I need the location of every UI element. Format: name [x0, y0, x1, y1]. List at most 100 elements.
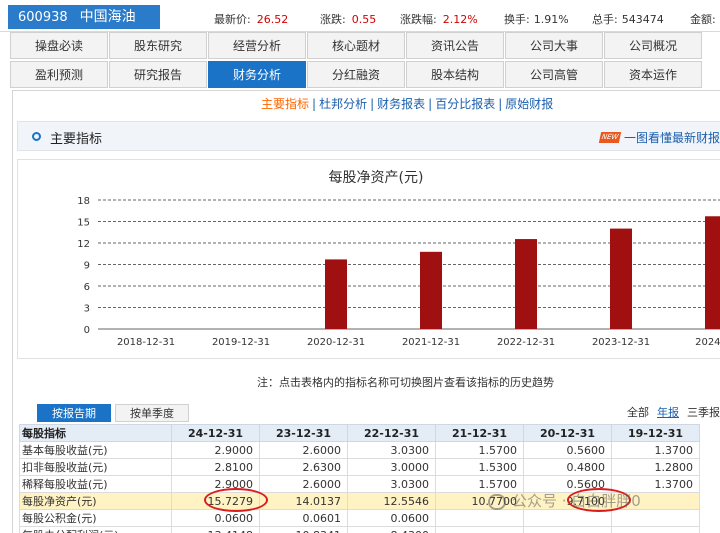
main-nav: 操盘必读 股东研究 经营分析 核心题材 资讯公告 公司大事 公司概况 盈利预测 … [10, 32, 720, 90]
table-header: 21-12-31 [435, 424, 524, 442]
subnav-dupont[interactable]: 杜邦分析 [319, 97, 367, 111]
tab-hexin[interactable]: 核心题材 [307, 32, 405, 59]
subnav-statements[interactable]: 财务报表 [377, 97, 425, 111]
value-cell [523, 509, 612, 527]
chart-title: 每股净资产(元) [329, 170, 424, 186]
tab-gudong[interactable]: 股东研究 [109, 32, 207, 59]
stock-name: 中国海油 [79, 9, 136, 25]
wechat-icon [488, 493, 506, 510]
value-cell: 13.4148 [171, 526, 260, 533]
tab-caopan[interactable]: 操盘必读 [10, 32, 108, 59]
x-tick-label: 2023-12-31 [592, 337, 650, 348]
x-tick-label: 2020-12-31 [307, 337, 365, 348]
table-header: 20-12-31 [523, 424, 612, 442]
value-cell: 2.6000 [259, 441, 348, 459]
report-type-tabs: 按报告期 按单季度 [37, 404, 193, 422]
table-header-row: 每股指标 24-12-31 23-12-31 22-12-31 21-12-31… [19, 424, 700, 442]
tab-by-quarter[interactable]: 按单季度 [115, 404, 189, 422]
quote-turnover: 换手: 1.91% [504, 13, 569, 26]
table-row: 基本每股收益(元) 2.9000 2.6000 3.0300 1.5700 0.5600 1… [19, 441, 700, 459]
indicator-name-cell[interactable]: 每股未分配利润(元) [19, 526, 172, 533]
y-tick-label: 9 [84, 261, 90, 272]
quote-amount: 金额: [690, 13, 716, 26]
indicator-name-cell[interactable]: 基本每股收益(元) [19, 441, 172, 459]
value-cell [523, 526, 612, 533]
period-filter: 全部 年报 三季报 [627, 404, 720, 420]
tab-guben[interactable]: 股本结构 [406, 61, 504, 88]
new-badge: NEW [598, 132, 622, 143]
indicator-name-cell[interactable]: 每股净资产(元) [19, 492, 172, 510]
bvps-bar-chart: 每股净资产(元) 0 3 6 9 12 15 18 2018-12-31 2019-12-31 20… [77, 170, 720, 348]
sub-nav: 主要指标 | 杜邦分析 | 财务报表 | 百分比报表 | 原始财报 [261, 97, 554, 111]
bar-2023-12-31 [610, 228, 632, 329]
value-cell: 0.0600 [347, 509, 436, 527]
value-cell: 0.0601 [259, 509, 348, 527]
watermark: 公众号 · 白白胖胖0 [488, 490, 641, 511]
tab-fenhong[interactable]: 分红融资 [307, 61, 405, 88]
value-cell: 12.5546 [347, 492, 436, 510]
tab-dashi[interactable]: 公司大事 [505, 32, 603, 59]
value-cell: 8.4300 [347, 526, 436, 533]
tab-gaoguan[interactable]: 公司高管 [505, 61, 603, 88]
table-header: 24-12-31 [171, 424, 260, 442]
quote-change: 涨跌: 0.55 [320, 13, 377, 26]
value-cell: 3.0300 [347, 475, 436, 493]
tab-yanjiu[interactable]: 研究报告 [109, 61, 207, 88]
table-header: 每股指标 [19, 424, 172, 442]
circle-bullet-icon [32, 132, 41, 141]
value-cell [435, 509, 524, 527]
value-cell [435, 526, 524, 533]
value-cell: 3.0000 [347, 458, 436, 476]
tab-gaikuang[interactable]: 公司概况 [604, 32, 702, 59]
filter-all[interactable]: 全部 [627, 406, 649, 419]
y-tick-label: 0 [84, 325, 90, 336]
y-tick-label: 12 [77, 239, 90, 250]
y-tick-label: 18 [77, 196, 90, 207]
value-cell: 2.8100 [171, 458, 260, 476]
bar-2020-12-31 [325, 259, 347, 329]
latest-report-link[interactable]: 一图看懂最新财报数 [624, 129, 720, 146]
nav-row-2: 盈利预测 研究报告 财务分析 分红融资 股本结构 公司高管 资本运作 [10, 61, 720, 89]
value-cell: 0.5600 [523, 441, 612, 459]
tab-jingying[interactable]: 经营分析 [208, 32, 306, 59]
table-header: 23-12-31 [259, 424, 348, 442]
subnav-original[interactable]: 原始财报 [505, 97, 553, 111]
table-header: 19-12-31 [611, 424, 700, 442]
value-cell: 1.2800 [611, 458, 700, 476]
tab-caiwu[interactable]: 财务分析 [208, 61, 306, 88]
tab-yingli[interactable]: 盈利预测 [10, 61, 108, 88]
x-tick-label: 2024-12 [695, 337, 720, 348]
quote-change-pct: 涨跌幅: 2.12% [400, 13, 478, 26]
x-tick-label: 2022-12-31 [497, 337, 555, 348]
indicator-name-cell[interactable]: 扣非每股收益(元) [19, 458, 172, 476]
value-cell: 14.0137 [259, 492, 348, 510]
nav-row-1: 操盘必读 股东研究 经营分析 核心题材 资讯公告 公司大事 公司概况 [10, 32, 720, 60]
table-row: 扣非每股收益(元) 2.8100 2.6300 3.0000 1.5300 0.4800 1… [19, 458, 700, 476]
value-cell: 2.6000 [259, 475, 348, 493]
value-cell: 2.6300 [259, 458, 348, 476]
tab-by-period[interactable]: 按报告期 [37, 404, 111, 422]
value-cell: 0.0600 [171, 509, 260, 527]
tab-zixun[interactable]: 资讯公告 [406, 32, 504, 59]
value-cell: 2.9000 [171, 441, 260, 459]
highlight-circle-24 [204, 488, 268, 512]
value-cell: 10.8341 [259, 526, 348, 533]
indicator-name-cell[interactable]: 稀释每股收益(元) [19, 475, 172, 493]
bar-2024-12-31 [705, 216, 720, 329]
filter-annual[interactable]: 年报 [657, 406, 679, 419]
table-row: 每股未分配利润(元)13.414810.83418.4300 [19, 526, 700, 533]
subnav-percent[interactable]: 百分比报表 [435, 97, 495, 111]
subnav-main-indicators[interactable]: 主要指标 [261, 97, 309, 111]
x-tick-label: 2018-12-31 [117, 337, 175, 348]
filter-q3[interactable]: 三季报 [687, 406, 720, 419]
bar-2022-12-31 [515, 239, 537, 329]
chart-note: 注：点击表格内的指标名称可切换图片查看该指标的历史趋势 [257, 376, 554, 389]
section-title: 主要指标 [50, 132, 103, 147]
indicator-name-cell[interactable]: 每股公积金(元) [19, 509, 172, 527]
x-tick-label: 2021-12-31 [402, 337, 460, 348]
tab-ziben[interactable]: 资本运作 [604, 61, 702, 88]
value-cell: 1.3700 [611, 441, 700, 459]
quote-bar: 600938 中国海油 最新价: 26.52 涨跌: 0.55 涨跌幅: 2.12% 换… [0, 0, 720, 32]
x-tick-label: 2019-12-31 [212, 337, 270, 348]
y-tick-label: 6 [84, 282, 90, 293]
